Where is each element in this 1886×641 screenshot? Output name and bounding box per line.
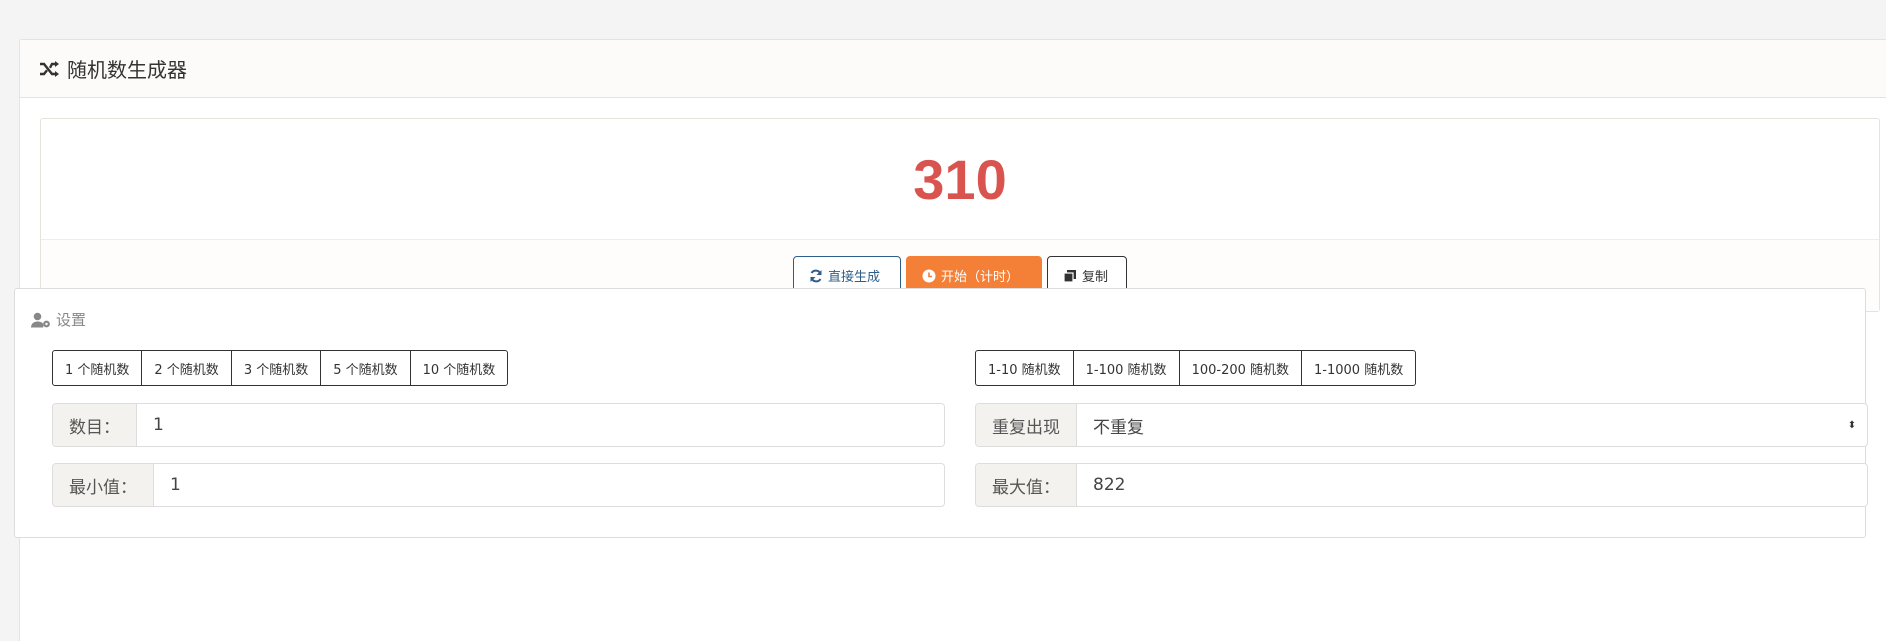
repeat-select[interactable]: 不重复 xyxy=(1077,404,1837,446)
max-label: 最大值： xyxy=(976,464,1077,506)
user-gear-icon xyxy=(31,312,50,327)
range-preset-group: 1-10 随机数 1-100 随机数 100-200 随机数 1-1000 随机… xyxy=(975,350,1417,386)
min-field: 最小值： 1 xyxy=(52,463,945,507)
min-input[interactable]: 1 xyxy=(154,464,944,506)
count-input[interactable]: 1 xyxy=(137,404,944,446)
settings-title: 设置 xyxy=(31,309,86,330)
max-input[interactable]: 822 xyxy=(1077,464,1867,506)
repeat-field: 重复出现 不重复 ⬍ xyxy=(975,403,1868,447)
count-field: 数目： 1 xyxy=(52,403,945,447)
preset-count-1[interactable]: 1 个随机数 xyxy=(52,350,143,386)
preset-count-3[interactable]: 3 个随机数 xyxy=(231,350,322,386)
select-arrows-icon[interactable]: ⬍ xyxy=(1837,404,1867,446)
preset-range-100-200[interactable]: 100-200 随机数 xyxy=(1179,350,1303,386)
shuffle-icon xyxy=(40,60,59,77)
page-title: 随机数生成器 xyxy=(67,58,187,82)
settings-title-label: 设置 xyxy=(56,311,87,329)
preset-range-1-1000[interactable]: 1-1000 随机数 xyxy=(1302,350,1417,386)
repeat-label: 重复出现 xyxy=(976,404,1077,446)
min-label: 最小值： xyxy=(53,464,154,506)
refresh-icon xyxy=(810,269,822,282)
preset-range-1-10[interactable]: 1-10 随机数 xyxy=(975,350,1074,386)
panel-header: 随机数生成器 xyxy=(20,40,1886,98)
copy-icon xyxy=(1063,269,1076,283)
count-label: 数目： xyxy=(53,404,137,446)
clock-icon xyxy=(922,269,936,282)
generate-button-label: 直接生成 xyxy=(828,270,881,285)
start-timer-button-label: 开始（计时） xyxy=(941,270,1020,285)
settings-panel: 设置 1 个随机数 2 个随机数 3 个随机数 5 个随机数 10 个随机数 1… xyxy=(14,288,1868,538)
count-preset-group: 1 个随机数 2 个随机数 3 个随机数 5 个随机数 10 个随机数 xyxy=(52,350,509,386)
result-box: 310 直接生成 开始（计时） 复制 xyxy=(40,118,1880,312)
preset-count-5[interactable]: 5 个随机数 xyxy=(321,350,411,386)
result-number: 310 xyxy=(913,147,1007,211)
preset-range-1-100[interactable]: 1-100 随机数 xyxy=(1073,350,1180,386)
preset-count-2[interactable]: 2 个随机数 xyxy=(142,350,232,386)
preset-count-10[interactable]: 10 个随机数 xyxy=(410,350,509,386)
max-field: 最大值： 822 xyxy=(975,463,1868,507)
copy-button-label: 复制 xyxy=(1082,270,1109,285)
